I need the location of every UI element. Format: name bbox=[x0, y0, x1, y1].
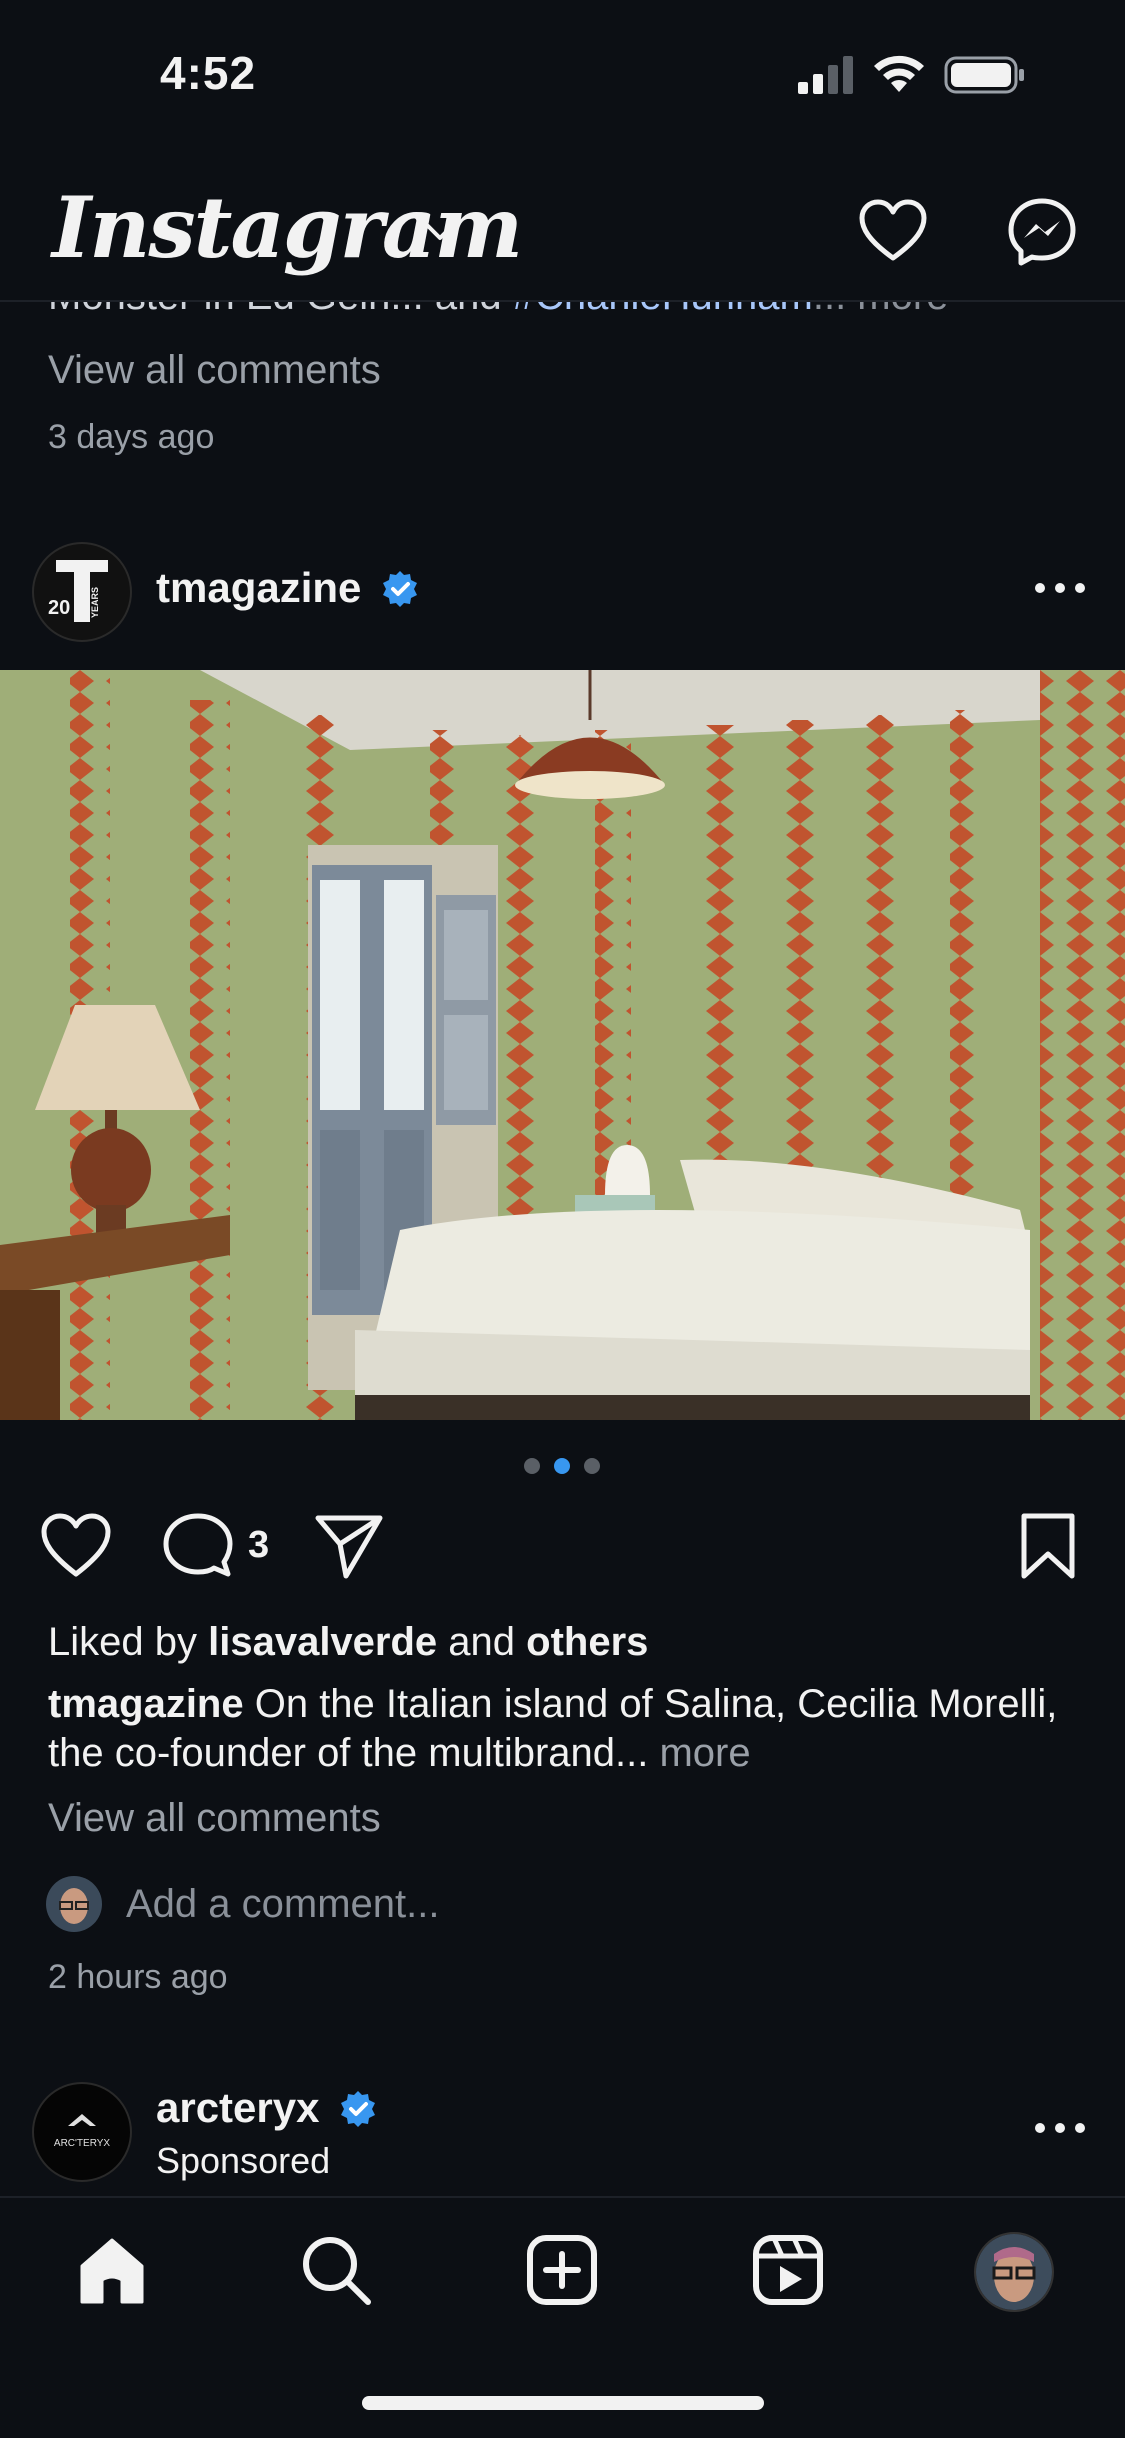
caption-username[interactable]: tmagazine bbox=[48, 1682, 244, 1726]
avatar-years-label: YEARS bbox=[90, 587, 100, 618]
status-time: 4:52 bbox=[160, 47, 257, 99]
search-icon[interactable] bbox=[300, 2234, 372, 2306]
caption-more-link[interactable]: more bbox=[648, 1731, 750, 1775]
previous-post-timestamp: 3 days ago bbox=[48, 418, 215, 456]
previous-view-all-comments[interactable]: View all comments bbox=[48, 348, 381, 393]
post-image[interactable] bbox=[0, 670, 1125, 1420]
more-options-icon[interactable] bbox=[1032, 2120, 1088, 2136]
post-timestamp: 2 hours ago bbox=[48, 1958, 228, 1996]
header-divider bbox=[0, 300, 1125, 302]
reels-icon[interactable] bbox=[752, 2234, 824, 2306]
create-post-icon[interactable] bbox=[526, 2234, 598, 2306]
verified-badge-icon bbox=[341, 2091, 375, 2127]
tmagazine-avatar[interactable]: 20 YEARS bbox=[32, 542, 132, 642]
messenger-icon[interactable] bbox=[1006, 196, 1078, 268]
post-username[interactable]: tmagazine bbox=[156, 564, 361, 612]
add-comment-input[interactable]: Add a comment... bbox=[126, 1882, 439, 1927]
arcteryx-logo-text: ARC'TERYX bbox=[54, 2138, 111, 2149]
chevron-down-icon[interactable] bbox=[420, 212, 460, 252]
home-icon[interactable] bbox=[76, 2234, 148, 2306]
liked-by-connector: and bbox=[437, 1620, 527, 1664]
carousel-indicator bbox=[524, 1458, 600, 1474]
liked-by-others[interactable]: others bbox=[526, 1620, 648, 1664]
home-indicator bbox=[362, 2396, 764, 2410]
save-bookmark-icon[interactable] bbox=[1012, 1510, 1084, 1582]
next-post-username[interactable]: arcteryx bbox=[156, 2084, 319, 2132]
like-heart-icon[interactable] bbox=[40, 1510, 112, 1582]
battery-icon bbox=[944, 56, 1024, 94]
more-options-icon[interactable] bbox=[1032, 580, 1088, 596]
sponsored-label: Sponsored bbox=[156, 2140, 331, 2181]
notifications-heart-icon[interactable] bbox=[858, 198, 928, 264]
likes-summary[interactable]: Liked by lisavalverde and others bbox=[48, 1620, 648, 1665]
post-caption: tmagazine On the Italian island of Salin… bbox=[48, 1680, 1068, 1778]
avatar-years-number: 20 bbox=[48, 597, 70, 619]
comment-count: 3 bbox=[248, 1524, 270, 1566]
verified-badge-icon bbox=[383, 571, 417, 607]
wifi-icon bbox=[874, 55, 924, 92]
share-send-icon[interactable] bbox=[312, 1510, 384, 1582]
t-magazine-logo: 20 YEARS bbox=[48, 560, 108, 622]
cellular-signal-icon bbox=[798, 56, 853, 94]
comment-icon[interactable] bbox=[162, 1510, 234, 1582]
liked-by-prefix: Liked by bbox=[48, 1620, 209, 1664]
current-user-avatar bbox=[46, 1876, 102, 1932]
view-all-comments[interactable]: View all comments bbox=[48, 1796, 381, 1841]
arcteryx-avatar[interactable]: ARC'TERYX bbox=[32, 2082, 132, 2182]
liked-by-user[interactable]: lisavalverde bbox=[208, 1620, 437, 1664]
profile-avatar[interactable] bbox=[974, 2232, 1054, 2312]
